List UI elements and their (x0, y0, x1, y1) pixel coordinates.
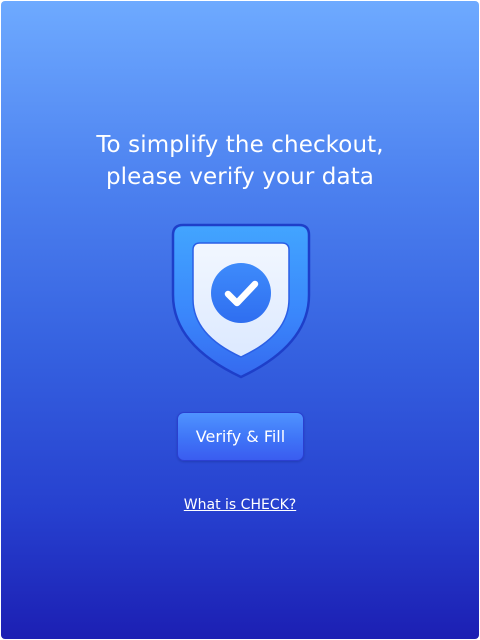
verification-dialog: To simplify the checkout, please verify … (1, 1, 479, 639)
dialog-title-line-2: please verify your data (105, 164, 375, 190)
shield-check-icon (171, 223, 311, 379)
what-is-check-link[interactable]: What is CHECK? (1, 495, 479, 515)
dialog-title-line-1: To simplify the checkout, (96, 132, 384, 158)
verify-and-fill-button[interactable]: Verify & Fill (177, 412, 304, 461)
dialog-title: To simplify the checkout, please verify … (1, 129, 479, 193)
